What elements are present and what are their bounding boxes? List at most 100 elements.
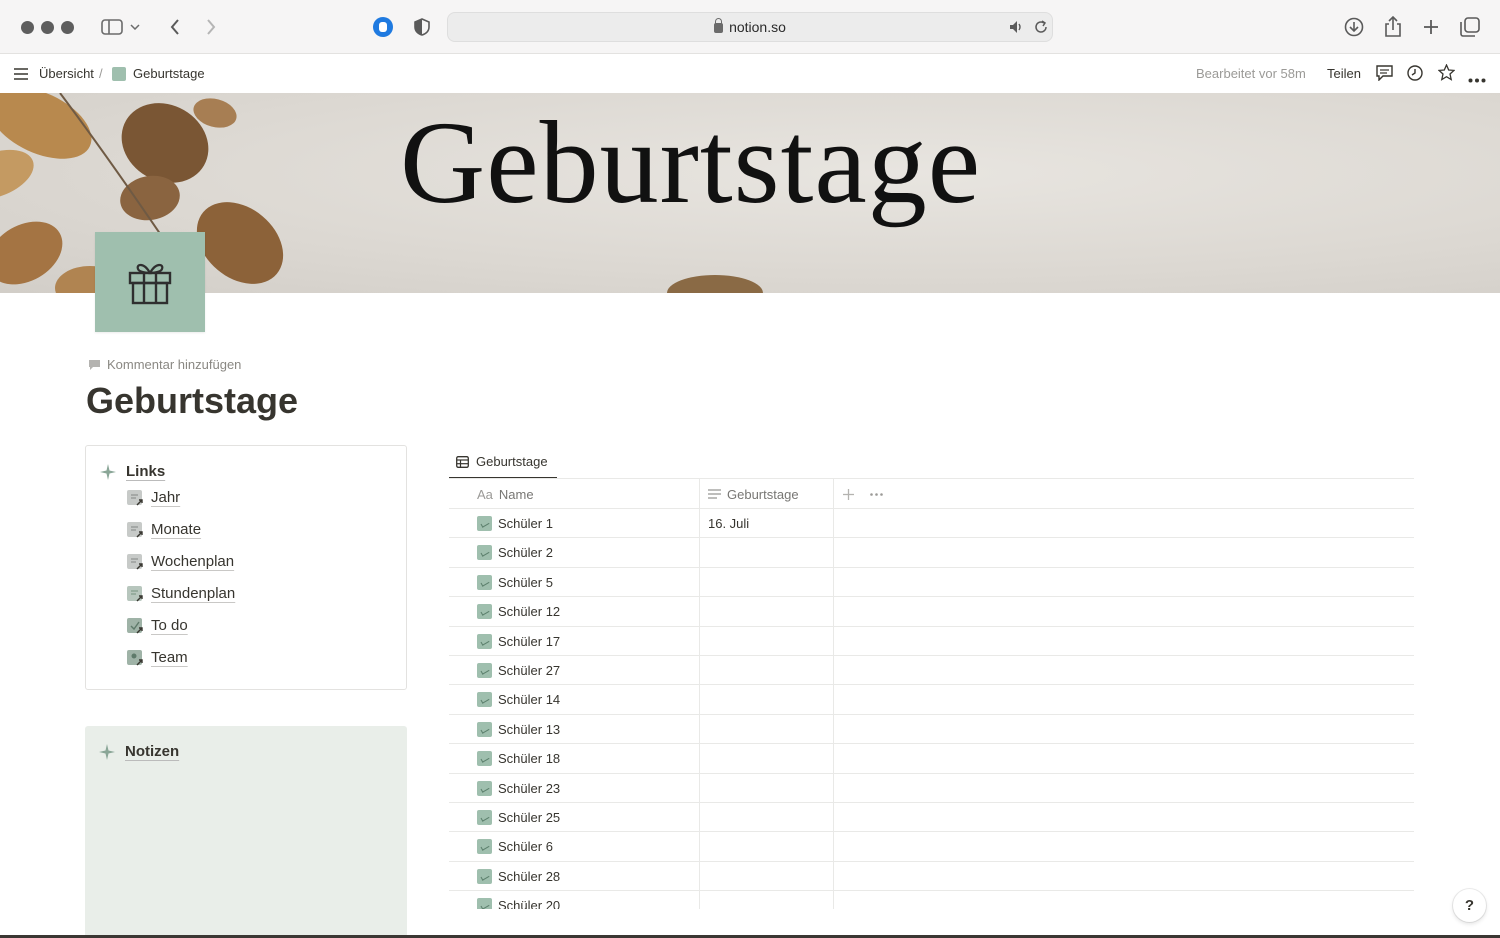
row-name: Schüler 12 xyxy=(498,604,561,620)
lock-icon xyxy=(714,18,724,33)
help-button[interactable]: ? xyxy=(1453,889,1486,922)
text-lines-icon xyxy=(708,489,721,499)
row-name: Schüler 18 xyxy=(498,751,561,767)
links-heading[interactable]: Links xyxy=(126,463,165,480)
sparkle-icon xyxy=(100,463,116,480)
table-row[interactable]: Schüler 6 xyxy=(449,832,1414,862)
privacy-shield-icon[interactable] xyxy=(409,14,435,40)
column-header-label: Geburtstage xyxy=(727,486,799,502)
row-birthday[interactable]: 16. Juli xyxy=(708,509,749,538)
address-bar[interactable]: notion.so xyxy=(447,12,1053,42)
row-name: Schüler 27 xyxy=(498,662,561,678)
table-row[interactable]: Schüler 20 xyxy=(449,891,1414,909)
tab-overview-icon[interactable] xyxy=(1457,14,1483,40)
notes-callout: Notizen xyxy=(85,726,407,938)
table-row[interactable]: Schüler 2 xyxy=(449,538,1414,568)
favorite-star-icon[interactable] xyxy=(1437,63,1456,86)
table-body: Schüler 1 16. Juli Schüler 2 Schüler 5 Sc… xyxy=(449,509,1414,909)
linked-page-icon xyxy=(127,617,143,634)
column-header-name[interactable]: Aa Name xyxy=(477,479,534,509)
column-header-label: Name xyxy=(498,486,534,502)
page-icon xyxy=(477,574,492,590)
add-comment-label: Kommentar hinzufügen xyxy=(107,357,242,372)
table-row[interactable]: Schüler 12 xyxy=(449,597,1414,627)
page-icon xyxy=(477,692,492,708)
page-cover: Geburtstage xyxy=(0,93,1500,293)
new-tab-plus-icon[interactable] xyxy=(1418,14,1444,40)
window-minimize-button[interactable] xyxy=(41,21,54,34)
tab-geburtstage-table[interactable]: Geburtstage xyxy=(449,446,557,479)
table-icon xyxy=(456,455,469,468)
page-icon xyxy=(477,516,492,531)
page-icon xyxy=(477,809,492,825)
row-name: Schüler 2 xyxy=(498,545,553,561)
download-icon[interactable] xyxy=(1341,14,1367,40)
edited-timestamp: Bearbeitet vor 58m xyxy=(1196,66,1306,81)
speaker-icon[interactable] xyxy=(1008,19,1024,40)
menu-icon[interactable] xyxy=(14,67,28,85)
breadcrumb-separator: / xyxy=(99,66,103,81)
window-close-button[interactable] xyxy=(21,21,34,34)
table-row[interactable]: Schüler 25 xyxy=(449,803,1414,833)
comments-icon[interactable] xyxy=(1376,65,1393,86)
page-icon xyxy=(477,780,492,796)
page-icon xyxy=(477,604,492,620)
table-row[interactable]: Schüler 18 xyxy=(449,744,1414,774)
link-item-jahr[interactable]: Jahr xyxy=(127,489,180,506)
add-property-plus-icon[interactable] xyxy=(843,479,854,509)
table-row[interactable]: Schüler 14 xyxy=(449,685,1414,715)
tab-label: Geburtstage xyxy=(476,454,548,469)
gift-icon xyxy=(128,263,172,305)
link-item-monate[interactable]: Monate xyxy=(127,521,201,538)
page-title[interactable]: Geburtstage xyxy=(86,380,298,422)
link-item-label: Jahr xyxy=(151,489,181,506)
window-zoom-button[interactable] xyxy=(61,21,74,34)
sidebar-toggle-icon[interactable] xyxy=(99,14,125,40)
notes-heading[interactable]: Notizen xyxy=(125,743,179,760)
more-options-icon[interactable] xyxy=(1468,70,1486,88)
forward-arrow-icon[interactable] xyxy=(198,14,224,40)
table-row[interactable]: Schüler 27 xyxy=(449,656,1414,686)
link-item-wochenplan[interactable]: Wochenplan xyxy=(127,553,234,570)
add-comment-button[interactable]: Kommentar hinzufügen xyxy=(88,357,241,372)
extension-hand-icon[interactable] xyxy=(370,14,396,40)
share-icon[interactable] xyxy=(1380,14,1406,40)
share-button[interactable]: Teilen xyxy=(1327,66,1361,81)
table-row[interactable]: Schüler 5 xyxy=(449,568,1414,598)
url-text: notion.so xyxy=(729,19,786,35)
row-name: Schüler 6 xyxy=(498,839,553,855)
browser-toolbar: notion.so xyxy=(0,0,1500,54)
page-gift-icon[interactable] xyxy=(95,232,205,332)
notion-topbar: Übersicht / Geburtstage Bearbeitet vor 5… xyxy=(0,55,1500,93)
page-small-icon xyxy=(112,67,126,81)
table-row[interactable]: Schüler 23 xyxy=(449,774,1414,803)
table-row[interactable]: Schüler 17 xyxy=(449,627,1414,656)
column-header-birthday[interactable]: Geburtstage xyxy=(708,479,799,509)
row-name: Schüler 14 xyxy=(498,692,561,708)
row-name: Schüler 23 xyxy=(498,780,561,796)
breadcrumb-current[interactable]: Geburtstage xyxy=(133,66,205,81)
breadcrumb-parent[interactable]: Übersicht xyxy=(39,66,94,81)
row-name: Schüler 28 xyxy=(498,868,561,884)
text-property-icon: Aa xyxy=(477,486,493,502)
page-icon xyxy=(477,751,492,767)
link-item-label: Team xyxy=(151,649,188,666)
link-item-to-do[interactable]: To do xyxy=(127,617,188,634)
more-columns-icon[interactable] xyxy=(870,479,883,509)
page-icon xyxy=(477,868,492,884)
link-item-label: To do xyxy=(151,617,188,634)
table-row[interactable]: Schüler 13 xyxy=(449,715,1414,745)
table-row[interactable]: Schüler 28 xyxy=(449,862,1414,892)
row-name: Schüler 25 xyxy=(498,809,561,825)
linked-page-icon xyxy=(127,521,143,538)
page-icon xyxy=(477,839,492,855)
chevron-down-icon[interactable] xyxy=(127,14,143,40)
page-icon xyxy=(477,721,492,737)
table-row[interactable]: Schüler 1 16. Juli xyxy=(449,509,1414,539)
link-item-team[interactable]: Team xyxy=(127,649,188,666)
reload-icon[interactable] xyxy=(1033,19,1049,40)
back-arrow-icon[interactable] xyxy=(162,14,188,40)
history-clock-icon[interactable] xyxy=(1407,65,1423,86)
link-item-stundenplan[interactable]: Stundenplan xyxy=(127,585,235,602)
page-icon xyxy=(477,633,492,649)
